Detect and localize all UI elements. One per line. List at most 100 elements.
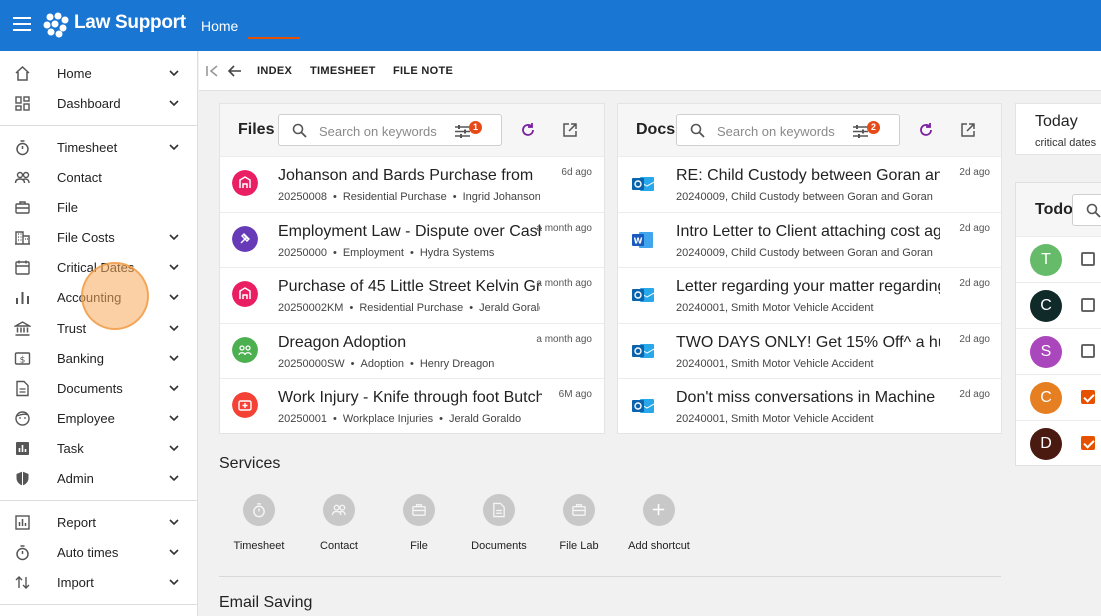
chevron-down-icon[interactable]	[168, 97, 180, 109]
file-row[interactable]: Dreagon Adoption 20250000SW • Adoption • Henr…	[220, 322, 604, 378]
file-meta: 20250000 • Employment • Hydra Systems	[278, 247, 540, 259]
top-app-bar: Law Support Home	[0, 0, 1101, 51]
doc-row[interactable]: TWO DAYS ONLY! Get 15% Off^ a huge 202400…	[618, 322, 1001, 378]
sidebar-item-label: Employee	[57, 411, 115, 426]
chevron-down-icon[interactable]	[168, 141, 180, 153]
file-person: Ingrid Johanson	[462, 191, 540, 203]
service-shortcut-add-shortcut[interactable]: Add shortcut	[619, 494, 699, 552]
filter-icon[interactable]	[455, 125, 470, 138]
tab-file-note[interactable]: FILE NOTE	[393, 65, 453, 77]
first-page-icon[interactable]	[205, 64, 219, 78]
chevron-down-icon[interactable]	[168, 412, 180, 424]
doc-row[interactable]: RE: Child Custody between Goran and Mari…	[618, 156, 1001, 211]
open-external-icon[interactable]	[960, 122, 976, 138]
doc-row[interactable]: Don't miss conversations in Machine 20240…	[618, 378, 1001, 433]
svg-text:W: W	[634, 236, 643, 245]
sidebar-item-banking[interactable]: $ Banking	[0, 343, 198, 373]
today-card: Today critical dates	[1015, 103, 1101, 155]
file-type: Adoption	[360, 357, 404, 370]
chevron-down-icon[interactable]	[168, 442, 180, 454]
docs-search-input[interactable]: Search on keywords 2	[676, 114, 900, 146]
sidebar-item-file-costs[interactable]: File Costs	[0, 222, 198, 252]
file-row[interactable]: Employment Law - Dispute over Cash 202500…	[220, 211, 604, 267]
service-label: File	[410, 540, 428, 552]
menu-icon[interactable]	[13, 17, 31, 31]
todo-row[interactable]: T	[1016, 236, 1101, 282]
sidebar-item-documents[interactable]: Documents	[0, 373, 198, 403]
sidebar-item-admin[interactable]: Admin	[0, 463, 198, 493]
chevron-down-icon[interactable]	[168, 261, 180, 273]
file-title: Dreagon Adoption	[278, 333, 407, 351]
chevron-down-icon[interactable]	[168, 352, 180, 364]
todo-row[interactable]: C	[1016, 282, 1101, 328]
chevron-down-icon[interactable]	[168, 322, 180, 334]
today-title: Today	[1035, 113, 1078, 130]
todo-checkbox[interactable]	[1081, 298, 1095, 312]
file-type-icon	[232, 392, 258, 418]
document-icon	[493, 502, 505, 518]
chevron-down-icon[interactable]	[168, 67, 180, 79]
file-row[interactable]: Purchase of 45 Little Street Kelvin Grov…	[220, 267, 604, 322]
brand-name: Law Support	[74, 12, 186, 33]
service-label: Timesheet	[233, 540, 285, 552]
sidebar-divider	[0, 125, 198, 126]
todo-row[interactable]: D	[1016, 420, 1101, 466]
people-icon	[14, 169, 31, 186]
todo-row[interactable]: C	[1016, 374, 1101, 420]
breadcrumb-home[interactable]: Home	[201, 18, 238, 34]
chevron-down-icon[interactable]	[168, 382, 180, 394]
todo-checkbox[interactable]	[1081, 252, 1095, 266]
dashboard-icon	[14, 95, 31, 112]
face-icon	[14, 410, 31, 427]
file-type-icon	[232, 281, 258, 307]
service-icon-circle	[643, 494, 675, 526]
service-shortcut-documents[interactable]: Documents	[459, 494, 539, 552]
file-row[interactable]: Johanson and Bards Purchase from 20250008…	[220, 156, 604, 211]
sidebar-item-employee[interactable]: Employee	[0, 403, 198, 433]
chevron-down-icon[interactable]	[168, 546, 180, 558]
todo-checkbox[interactable]	[1081, 436, 1095, 450]
sidebar-item-dashboard[interactable]: Dashboard	[0, 88, 198, 118]
avatar: D	[1030, 428, 1062, 460]
sidebar-item-file[interactable]: File	[0, 192, 198, 222]
todo-row[interactable]: S	[1016, 328, 1101, 374]
task-chart-icon	[14, 440, 31, 457]
back-arrow-icon[interactable]	[228, 64, 242, 78]
files-search-input[interactable]: Search on keywords 1	[278, 114, 502, 146]
doc-row[interactable]: W Intro Letter to Client attaching cost a…	[618, 211, 1001, 267]
chevron-down-icon[interactable]	[168, 576, 180, 588]
sidebar-item-import[interactable]: Import	[0, 567, 198, 597]
file-row[interactable]: Work Injury - Knife through foot Butcher…	[220, 378, 604, 433]
bullet: •	[469, 302, 474, 314]
file-number: 20250002KM	[278, 302, 344, 314]
sidebar-item-report[interactable]: Report	[0, 507, 198, 537]
sidebar-item-contact[interactable]: Contact	[0, 162, 198, 192]
chevron-down-icon[interactable]	[168, 472, 180, 484]
plus-icon	[652, 503, 665, 516]
doc-row[interactable]: Letter regarding your matter regarding 20…	[618, 267, 1001, 322]
chevron-down-icon[interactable]	[168, 516, 180, 528]
tab-timesheet[interactable]: TIMESHEET	[310, 65, 376, 77]
todo-search-input[interactable]	[1072, 194, 1101, 226]
sidebar-item-label: Trust	[57, 321, 87, 336]
filter-icon[interactable]	[853, 125, 868, 138]
chevron-down-icon[interactable]	[168, 291, 180, 303]
bullet: •	[409, 246, 414, 259]
refresh-icon[interactable]	[918, 122, 934, 138]
service-shortcut-file[interactable]: File	[379, 494, 459, 552]
sidebar-item-task[interactable]: Task	[0, 433, 198, 463]
refresh-icon[interactable]	[520, 122, 536, 138]
service-shortcut-timesheet[interactable]: Timesheet	[219, 494, 299, 552]
tab-index[interactable]: INDEX	[257, 65, 292, 77]
todo-checkbox[interactable]	[1081, 344, 1095, 358]
service-shortcut-file-lab[interactable]: File Lab	[539, 494, 619, 552]
open-external-icon[interactable]	[562, 122, 578, 138]
todo-checkbox[interactable]	[1081, 390, 1095, 404]
sidebar-item-home[interactable]: Home	[0, 58, 198, 88]
svg-text:$: $	[20, 356, 26, 366]
sidebar-item-timesheet[interactable]: Timesheet	[0, 132, 198, 162]
chevron-down-icon[interactable]	[168, 231, 180, 243]
doc-time: 2d ago	[959, 167, 990, 178]
service-shortcut-contact[interactable]: Contact	[299, 494, 379, 552]
sidebar-item-auto-times[interactable]: Auto times	[0, 537, 198, 567]
